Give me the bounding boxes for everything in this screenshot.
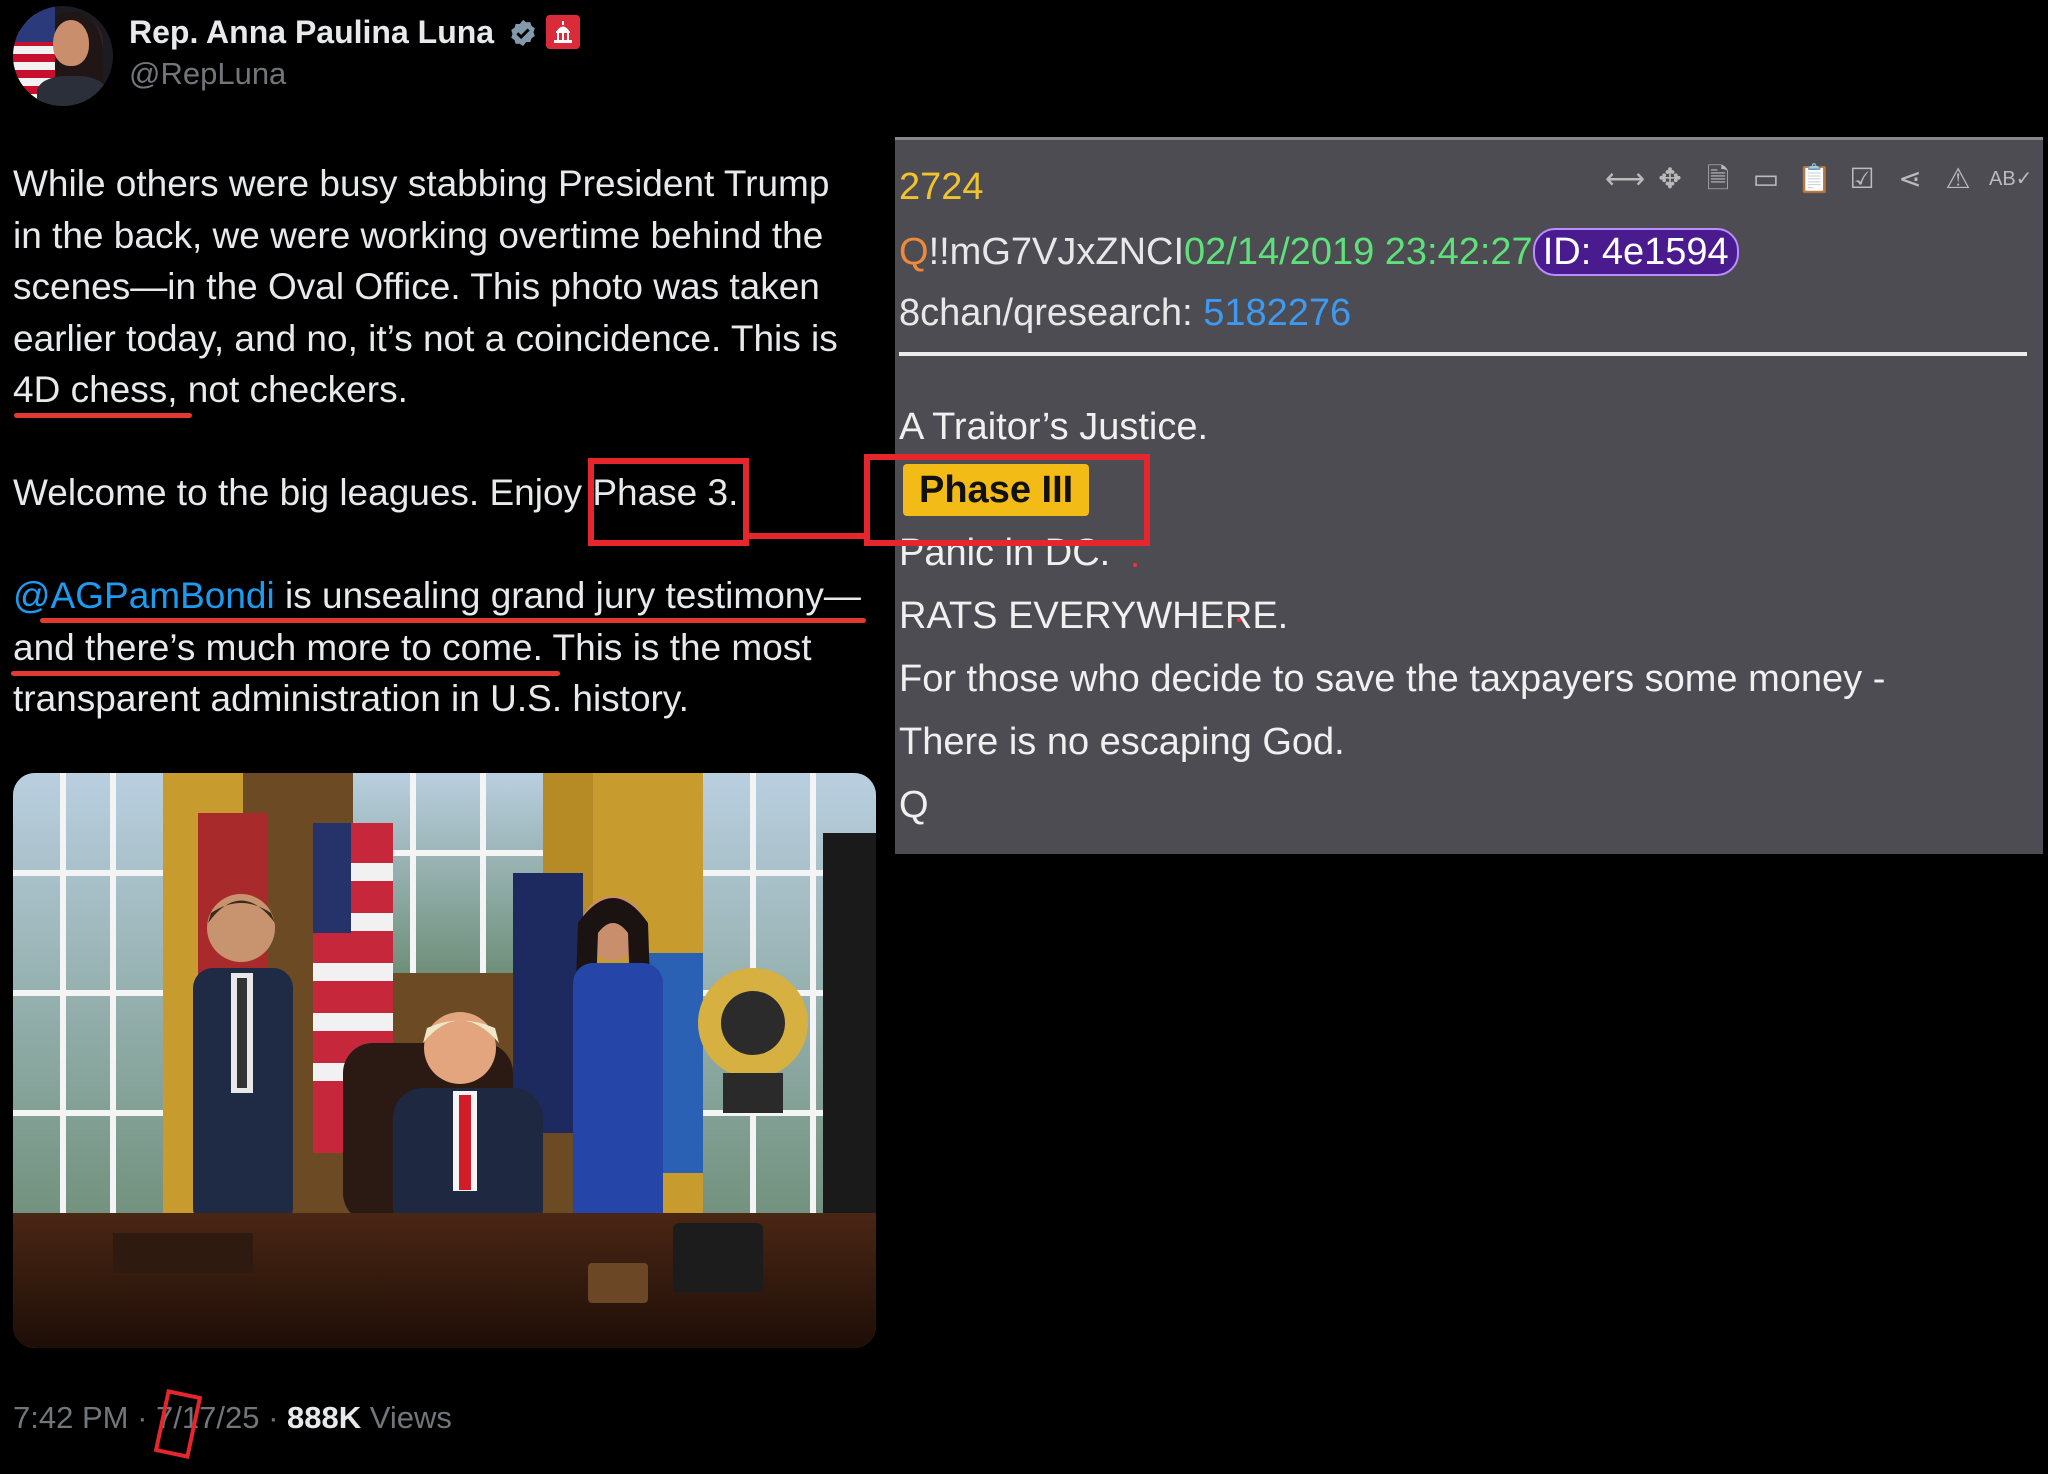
tweet-line: While others were busy stabbing Presiden… [13,163,830,204]
verified-badge-icon [511,19,535,47]
annotation-connector [746,533,866,539]
marked-4d-chess: 4D chess, [13,369,178,410]
post-board: 8chan/qresearch: 5182276 [899,292,1352,334]
marked-more-to-come: and there’s much more to come. [13,626,543,668]
post-datetime: 02/14/2019 23:42:27 [1184,231,1533,273]
post-divider [899,352,2027,356]
clipboard-icon[interactable]: 📋 [1797,162,1832,196]
post-link[interactable]: 5182276 [1203,292,1351,334]
annotation-underline [14,413,192,418]
tweet-photo[interactable] [13,773,876,1348]
post-line: There is no escaping God. [899,721,1345,763]
tweet-line: transparent administration in U.S. histo… [13,678,689,719]
tweet-line: in the back, we were working overtime be… [13,214,824,256]
tweet-line: Welcome to the big leagues. Enjoy Phase … [13,472,739,513]
author-handle[interactable]: @RepLuna [129,56,286,92]
tweet-line: and there’s much more to come. This is t… [13,626,812,668]
vr-glasses-icon[interactable]: ▭ [1749,162,1783,196]
annotation-underline [11,671,560,676]
post-line: RATS EVERYWHERE. [899,595,1289,637]
spellcheck-icon[interactable]: AB✓ [1989,162,2032,196]
clipboard-check-icon[interactable]: ☑ [1845,162,1879,196]
move-icon[interactable]: ✥ [1653,162,1687,196]
post-header: Q!!mG7VJxZNCI02/14/2019 23:42:27 ID: 4e15… [899,228,1739,276]
post-number[interactable]: 2724 [899,166,984,209]
author-name[interactable]: Rep. Anna Paulina Luna [129,14,494,51]
post-toolbar: ⟷ ✥ 🗎 ▭ 📋 ☑ ⋖ ⚠ AB✓ [1605,162,2032,196]
views-count: 888K [287,1400,362,1435]
post-line: For those who decide to save the taxpaye… [899,658,1886,700]
post-tripcode: !!mG7VJxZNCI [928,231,1185,273]
tweet-line: earlier today, and no, it’s not a coinci… [13,317,838,359]
views-label: Views [361,1400,452,1435]
avatar[interactable] [13,6,113,106]
post-line: A Traitor’s Justice. [899,406,1209,448]
capitol-government-badge-icon [546,15,580,49]
annotation-box-phase-iii [864,454,1150,546]
tweet-line: scenes—in the Oval Office. This photo wa… [13,266,820,307]
annotation-box-phase3 [588,458,749,546]
post-line: Q [899,784,929,826]
tweet-line: 4D chess, not checkers. [13,369,408,410]
red-dot [1133,563,1137,567]
warning-circle-icon[interactable]: ⚠ [1941,162,1975,196]
post-trip-q: Q [899,231,929,273]
file-icon[interactable]: 🗎 [1701,162,1735,196]
share-icon[interactable]: ⋖ [1893,162,1927,196]
tweet-text: While others were busy stabbing Presiden… [13,158,893,725]
tweet-time[interactable]: 7:42 PM [13,1400,128,1435]
red-dot [1237,618,1241,622]
mention-link[interactable]: @AGPamBondi [13,575,275,616]
post-id-badge[interactable]: ID: 4e1594 [1532,228,1739,276]
tweet-meta: 7:42 PM · 7/17/25 · 888K Views [13,1400,452,1435]
tweet-panel: Rep. Anna Paulina Luna @RepLuna While ot… [0,0,890,1474]
tweet-line: @AGPamBondi is unsealing grand jury test… [13,575,861,616]
expand-arrows-icon[interactable]: ⟷ [1605,162,1645,196]
annotation-underline [40,618,866,623]
